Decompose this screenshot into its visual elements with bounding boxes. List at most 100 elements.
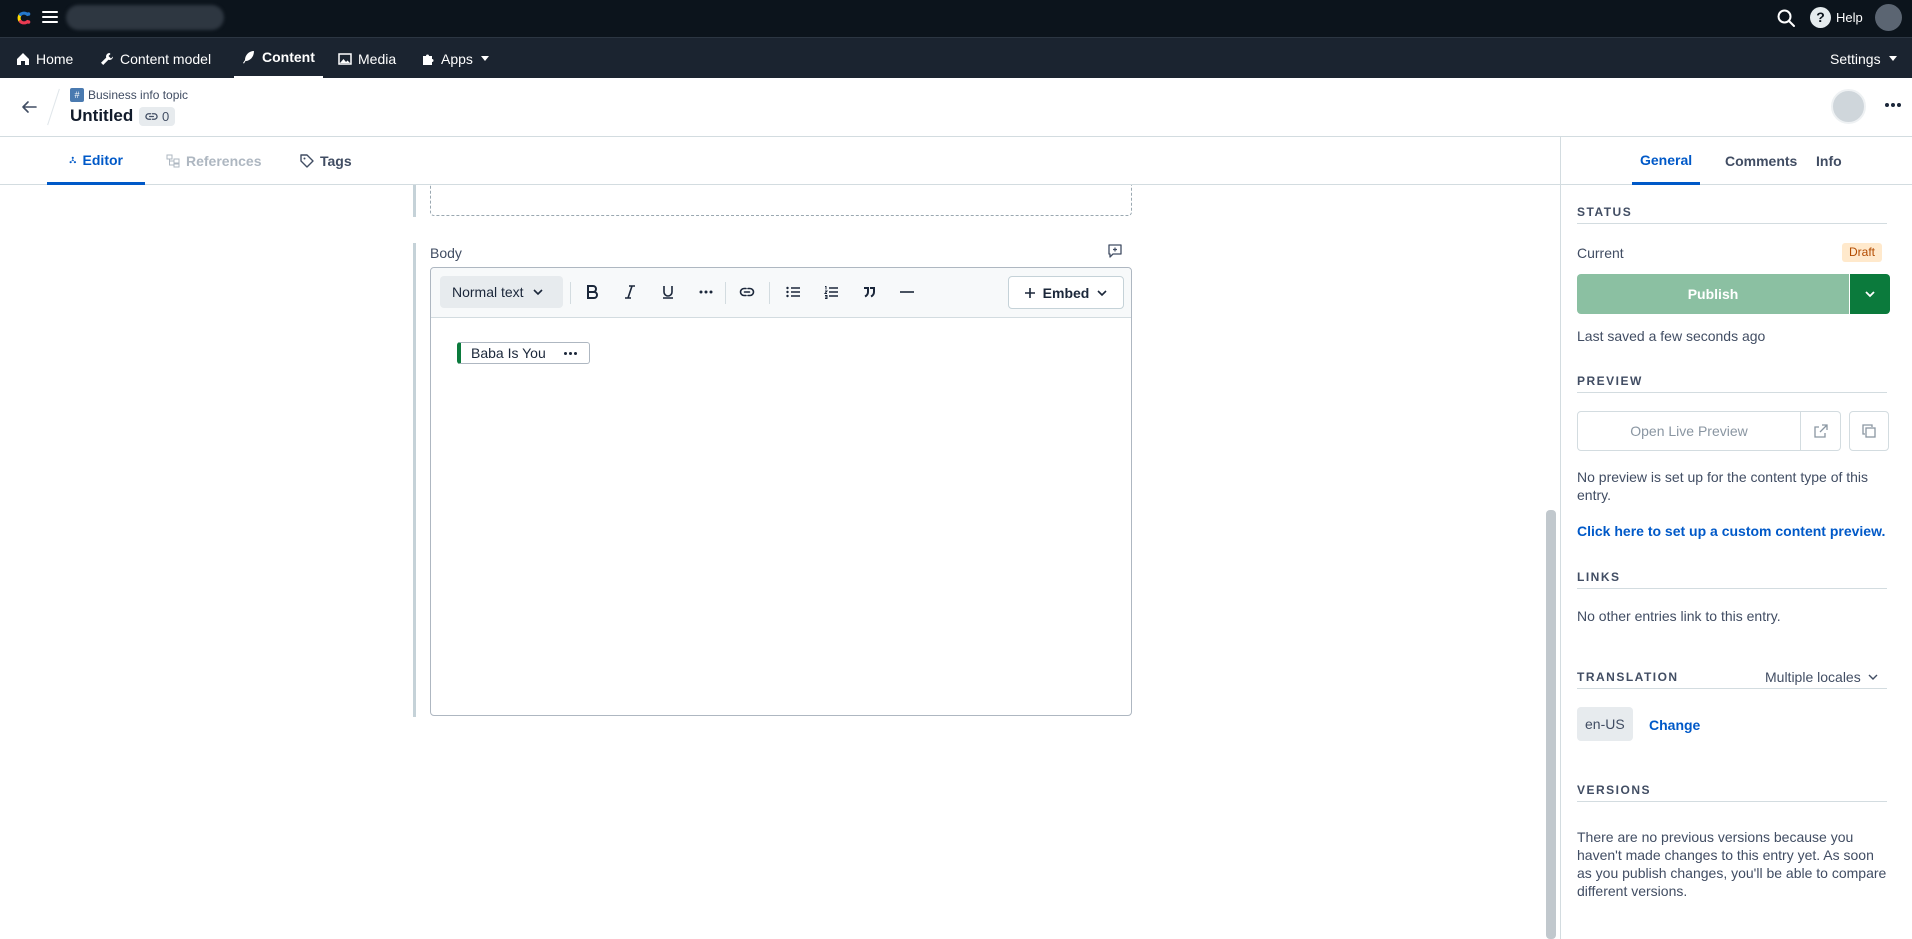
field-indicator xyxy=(413,243,416,717)
nav-item-content-model[interactable]: Content model xyxy=(92,38,219,79)
plus-icon xyxy=(1024,287,1035,298)
text-format-select[interactable]: Normal text xyxy=(440,276,563,308)
italic-icon xyxy=(625,285,635,299)
tab-label: Info xyxy=(1816,153,1842,169)
open-live-preview-button[interactable]: Open Live Preview xyxy=(1577,411,1801,451)
locale-mode-select[interactable]: Multiple locales xyxy=(1765,669,1879,685)
tab-editor[interactable]: Editor xyxy=(47,137,145,185)
link-icon xyxy=(739,287,755,297)
space-switcher[interactable] xyxy=(66,5,224,30)
versions-section-title: VERSIONS xyxy=(1577,783,1887,802)
link-count-badge[interactable]: 0 xyxy=(139,107,176,126)
bulleted-list-button[interactable] xyxy=(782,280,804,304)
tab-references[interactable]: References xyxy=(166,137,262,185)
tab-general[interactable]: General xyxy=(1632,137,1701,185)
rich-text-editor[interactable]: Normal text Embed Baba Is You xyxy=(430,267,1132,716)
entry-title: Untitled xyxy=(70,106,134,125)
nav-item-label: Apps xyxy=(441,50,473,67)
copy-preview-link-button[interactable] xyxy=(1849,411,1889,451)
more-options-icon[interactable] xyxy=(563,351,577,355)
open-preview-external-button[interactable] xyxy=(1801,411,1841,451)
help-icon[interactable]: ? xyxy=(1810,7,1831,28)
hyperlink-button[interactable] xyxy=(736,280,758,304)
chevron-down-icon xyxy=(533,289,543,296)
hamburger-icon[interactable] xyxy=(42,11,58,25)
content-type-name: Business info topic xyxy=(88,88,189,102)
tab-label: Tags xyxy=(320,153,352,169)
nav-item-label: Content xyxy=(262,49,315,65)
tab-info[interactable]: Info xyxy=(1808,137,1850,185)
bold-icon xyxy=(587,285,598,299)
tab-tags[interactable]: Tags xyxy=(300,137,352,185)
nav-item-apps[interactable]: Apps xyxy=(413,38,497,79)
chevron-down-icon xyxy=(1888,56,1897,61)
nav-item-content[interactable]: Content xyxy=(234,38,323,79)
external-link-icon xyxy=(1813,424,1828,438)
nav-item-label: Home xyxy=(36,50,74,67)
publish-options-button[interactable] xyxy=(1850,274,1890,314)
nav-item-home[interactable]: Home xyxy=(8,38,81,79)
help-label[interactable]: Help xyxy=(1836,10,1863,25)
tab-label: Editor xyxy=(82,151,123,168)
numbered-list-button[interactable] xyxy=(820,280,842,304)
chevron-down-icon xyxy=(1868,674,1878,680)
entry-sidebar: General Comments Info STATUS Current Dra… xyxy=(1560,137,1912,939)
numbered-list-icon xyxy=(823,286,838,299)
tab-comments[interactable]: Comments xyxy=(1717,137,1805,185)
chevron-down-icon xyxy=(1865,291,1875,298)
publish-button[interactable]: Publish xyxy=(1577,274,1849,314)
status-section-title: STATUS xyxy=(1577,205,1887,224)
preview-note: No preview is set up for the content typ… xyxy=(1577,469,1869,503)
bold-button[interactable] xyxy=(581,280,603,304)
collaborator-avatar[interactable] xyxy=(1831,89,1866,124)
links-section-title: LINKS xyxy=(1577,570,1887,589)
content-type-label: # Business info topic xyxy=(70,88,188,102)
horizontal-rule-button[interactable] xyxy=(896,280,918,304)
horizontal-rule-icon xyxy=(900,291,914,293)
tab-label: Comments xyxy=(1725,153,1798,169)
search-icon[interactable] xyxy=(1776,8,1796,28)
previous-field-dropzone[interactable] xyxy=(430,185,1132,216)
home-icon xyxy=(17,52,29,65)
feather-icon xyxy=(243,51,254,64)
status-badge: Draft xyxy=(1842,243,1883,262)
back-arrow-icon[interactable] xyxy=(20,98,38,116)
references-icon xyxy=(166,154,180,168)
embed-button[interactable]: Embed xyxy=(1008,276,1124,309)
rich-text-toolbar: Normal text Embed xyxy=(431,268,1131,318)
change-locale-link[interactable]: Change xyxy=(1649,717,1700,733)
status-current-label: Current xyxy=(1577,245,1624,261)
more-options-icon[interactable] xyxy=(1885,103,1901,109)
last-saved-text: Last saved a few seconds ago xyxy=(1577,328,1766,344)
underline-button[interactable] xyxy=(657,280,679,304)
link-icon xyxy=(145,113,158,120)
custom-preview-link[interactable]: Click here to set up a custom content pr… xyxy=(1577,523,1885,539)
underline-icon xyxy=(663,286,673,299)
toolbar-divider xyxy=(570,282,571,304)
copy-icon xyxy=(1862,424,1876,438)
contentful-logo-icon[interactable] xyxy=(14,8,34,28)
image-icon xyxy=(338,52,352,65)
more-icon xyxy=(699,290,713,294)
nav-item-label: Settings xyxy=(1830,50,1881,67)
editor-canvas: Body Normal text Embed Baba Is You xyxy=(0,185,1560,939)
chevron-down-icon xyxy=(1097,289,1107,296)
sidebar-tabs: General Comments Info xyxy=(1561,137,1912,185)
embed-label: Embed xyxy=(1042,284,1090,301)
inline-embedded-entry[interactable]: Baba Is You xyxy=(457,342,590,364)
preview-section-title: PREVIEW xyxy=(1577,374,1887,393)
more-formatting-button[interactable] xyxy=(695,280,717,304)
editor-icon xyxy=(69,156,77,163)
quote-icon xyxy=(864,287,875,298)
editor-scrollbar[interactable] xyxy=(1546,510,1556,939)
nav-item-settings[interactable]: Settings xyxy=(1822,38,1905,79)
top-bar: ? Help xyxy=(0,0,1912,37)
italic-button[interactable] xyxy=(619,280,641,304)
quote-button[interactable] xyxy=(858,280,880,304)
comment-icon[interactable] xyxy=(1107,243,1123,259)
field-indicator xyxy=(413,185,416,217)
nav-item-media[interactable]: Media xyxy=(330,38,404,79)
toolbar-divider xyxy=(725,282,726,304)
divider xyxy=(47,88,60,126)
avatar[interactable] xyxy=(1875,4,1902,31)
